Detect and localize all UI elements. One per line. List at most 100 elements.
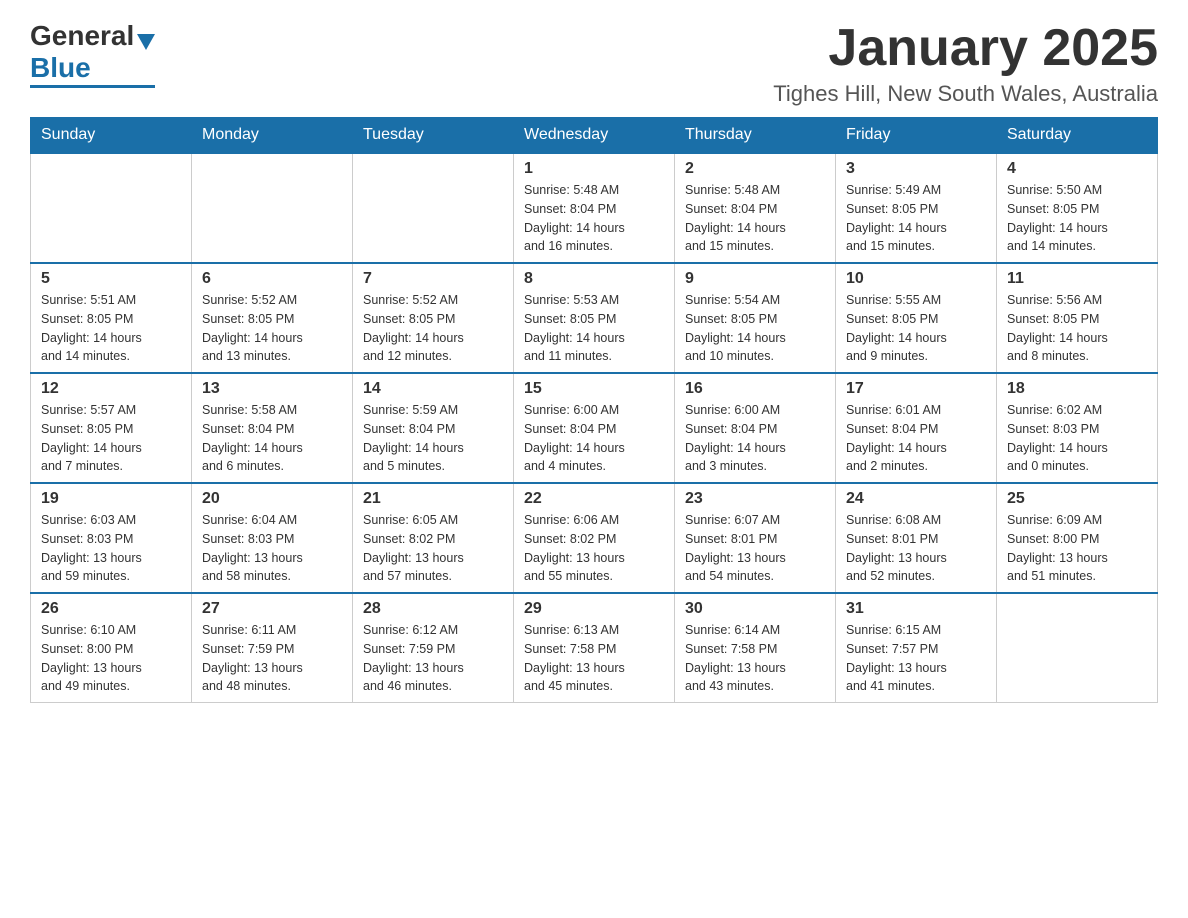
calendar-cell [997,593,1158,703]
header-sunday: Sunday [31,118,192,154]
calendar-cell [192,153,353,263]
calendar-cell: 15 Sunrise: 6:00 AM Sunset: 8:04 PM Dayli… [514,373,675,483]
week-row-3: 12 Sunrise: 5:57 AM Sunset: 8:05 PM Dayli… [31,373,1158,483]
calendar-cell: 21 Sunrise: 6:05 AM Sunset: 8:02 PM Dayli… [353,483,514,593]
day-info: Sunrise: 6:08 AM Sunset: 8:01 PM Dayligh… [846,511,986,586]
calendar-cell: 19 Sunrise: 6:03 AM Sunset: 8:03 PM Dayli… [31,483,192,593]
day-info: Sunrise: 6:12 AM Sunset: 7:59 PM Dayligh… [363,621,503,696]
day-number: 21 [363,490,503,508]
day-info: Sunrise: 5:48 AM Sunset: 8:04 PM Dayligh… [524,181,664,256]
day-number: 11 [1007,270,1147,288]
logo-blue-text: Blue [30,52,91,84]
day-number: 27 [202,600,342,618]
day-info: Sunrise: 6:15 AM Sunset: 7:57 PM Dayligh… [846,621,986,696]
day-info: Sunrise: 6:00 AM Sunset: 8:04 PM Dayligh… [685,401,825,476]
title-section: January 2025 Tighes Hill, New South Wale… [773,20,1158,107]
calendar-cell: 22 Sunrise: 6:06 AM Sunset: 8:02 PM Dayli… [514,483,675,593]
header-friday: Friday [836,118,997,154]
page-header: General Blue January 2025 Tighes Hill, N… [30,20,1158,107]
day-info: Sunrise: 6:07 AM Sunset: 8:01 PM Dayligh… [685,511,825,586]
day-number: 5 [41,270,181,288]
calendar-cell: 20 Sunrise: 6:04 AM Sunset: 8:03 PM Dayli… [192,483,353,593]
day-number: 24 [846,490,986,508]
calendar-cell: 7 Sunrise: 5:52 AM Sunset: 8:05 PM Daylig… [353,263,514,373]
week-row-2: 5 Sunrise: 5:51 AM Sunset: 8:05 PM Daylig… [31,263,1158,373]
day-number: 20 [202,490,342,508]
calendar-cell: 10Sunrise: 5:55 AM Sunset: 8:05 PM Dayli… [836,263,997,373]
header-saturday: Saturday [997,118,1158,154]
calendar-cell: 18Sunrise: 6:02 AM Sunset: 8:03 PM Dayli… [997,373,1158,483]
calendar-cell: 5 Sunrise: 5:51 AM Sunset: 8:05 PM Daylig… [31,263,192,373]
calendar-header-row: SundayMondayTuesdayWednesdayThursdayFrid… [31,118,1158,154]
day-info: Sunrise: 6:09 AM Sunset: 8:00 PM Dayligh… [1007,511,1147,586]
header-wednesday: Wednesday [514,118,675,154]
day-number: 3 [846,160,986,178]
calendar-cell: 9Sunrise: 5:54 AM Sunset: 8:05 PM Daylig… [675,263,836,373]
day-number: 28 [363,600,503,618]
logo-triangle-icon [137,34,155,50]
calendar-cell: 3 Sunrise: 5:49 AM Sunset: 8:05 PM Daylig… [836,153,997,263]
day-number: 15 [524,380,664,398]
day-number: 8 [524,270,664,288]
day-info: Sunrise: 5:57 AM Sunset: 8:05 PM Dayligh… [41,401,181,476]
calendar-cell: 25 Sunrise: 6:09 AM Sunset: 8:00 PM Dayli… [997,483,1158,593]
day-info: Sunrise: 5:56 AM Sunset: 8:05 PM Dayligh… [1007,291,1147,366]
day-number: 17 [846,380,986,398]
day-number: 31 [846,600,986,618]
header-tuesday: Tuesday [353,118,514,154]
day-info: Sunrise: 6:00 AM Sunset: 8:04 PM Dayligh… [524,401,664,476]
week-row-5: 26Sunrise: 6:10 AM Sunset: 8:00 PM Dayli… [31,593,1158,703]
day-info: Sunrise: 6:06 AM Sunset: 8:02 PM Dayligh… [524,511,664,586]
day-number: 7 [363,270,503,288]
header-thursday: Thursday [675,118,836,154]
day-number: 4 [1007,160,1147,178]
calendar-cell: 6 Sunrise: 5:52 AM Sunset: 8:05 PM Daylig… [192,263,353,373]
day-info: Sunrise: 6:13 AM Sunset: 7:58 PM Dayligh… [524,621,664,696]
calendar-cell: 12 Sunrise: 5:57 AM Sunset: 8:05 PM Dayli… [31,373,192,483]
day-info: Sunrise: 6:05 AM Sunset: 8:02 PM Dayligh… [363,511,503,586]
calendar-cell: 16 Sunrise: 6:00 AM Sunset: 8:04 PM Dayli… [675,373,836,483]
location-title: Tighes Hill, New South Wales, Australia [773,81,1158,107]
day-number: 26 [41,600,181,618]
day-number: 25 [1007,490,1147,508]
calendar-cell: 24 Sunrise: 6:08 AM Sunset: 8:01 PM Dayli… [836,483,997,593]
day-number: 13 [202,380,342,398]
day-number: 6 [202,270,342,288]
day-number: 10 [846,270,986,288]
day-info: Sunrise: 6:01 AM Sunset: 8:04 PM Dayligh… [846,401,986,476]
calendar-cell: 13 Sunrise: 5:58 AM Sunset: 8:04 PM Dayli… [192,373,353,483]
calendar-cell: 8 Sunrise: 5:53 AM Sunset: 8:05 PM Daylig… [514,263,675,373]
day-info: Sunrise: 5:53 AM Sunset: 8:05 PM Dayligh… [524,291,664,366]
day-number: 14 [363,380,503,398]
day-number: 30 [685,600,825,618]
day-info: Sunrise: 5:50 AM Sunset: 8:05 PM Dayligh… [1007,181,1147,256]
calendar-cell [353,153,514,263]
day-info: Sunrise: 5:52 AM Sunset: 8:05 PM Dayligh… [202,291,342,366]
week-row-1: 1 Sunrise: 5:48 AM Sunset: 8:04 PM Daylig… [31,153,1158,263]
day-number: 12 [41,380,181,398]
day-info: Sunrise: 5:48 AM Sunset: 8:04 PM Dayligh… [685,181,825,256]
day-number: 9 [685,270,825,288]
day-info: Sunrise: 5:58 AM Sunset: 8:04 PM Dayligh… [202,401,342,476]
day-info: Sunrise: 5:52 AM Sunset: 8:05 PM Dayligh… [363,291,503,366]
day-info: Sunrise: 6:14 AM Sunset: 7:58 PM Dayligh… [685,621,825,696]
day-info: Sunrise: 5:51 AM Sunset: 8:05 PM Dayligh… [41,291,181,366]
day-info: Sunrise: 5:49 AM Sunset: 8:05 PM Dayligh… [846,181,986,256]
calendar-cell: 26Sunrise: 6:10 AM Sunset: 8:00 PM Dayli… [31,593,192,703]
calendar-table: SundayMondayTuesdayWednesdayThursdayFrid… [30,117,1158,703]
calendar-cell: 2Sunrise: 5:48 AM Sunset: 8:04 PM Daylig… [675,153,836,263]
day-number: 16 [685,380,825,398]
calendar-cell: 11 Sunrise: 5:56 AM Sunset: 8:05 PM Dayli… [997,263,1158,373]
calendar-cell: 14 Sunrise: 5:59 AM Sunset: 8:04 PM Dayli… [353,373,514,483]
day-number: 22 [524,490,664,508]
day-info: Sunrise: 6:04 AM Sunset: 8:03 PM Dayligh… [202,511,342,586]
day-number: 29 [524,600,664,618]
calendar-cell: 23Sunrise: 6:07 AM Sunset: 8:01 PM Dayli… [675,483,836,593]
day-info: Sunrise: 6:11 AM Sunset: 7:59 PM Dayligh… [202,621,342,696]
day-info: Sunrise: 5:59 AM Sunset: 8:04 PM Dayligh… [363,401,503,476]
calendar-cell: 4 Sunrise: 5:50 AM Sunset: 8:05 PM Daylig… [997,153,1158,263]
calendar-cell: 31 Sunrise: 6:15 AM Sunset: 7:57 PM Dayli… [836,593,997,703]
day-info: Sunrise: 6:03 AM Sunset: 8:03 PM Dayligh… [41,511,181,586]
day-number: 1 [524,160,664,178]
day-number: 19 [41,490,181,508]
